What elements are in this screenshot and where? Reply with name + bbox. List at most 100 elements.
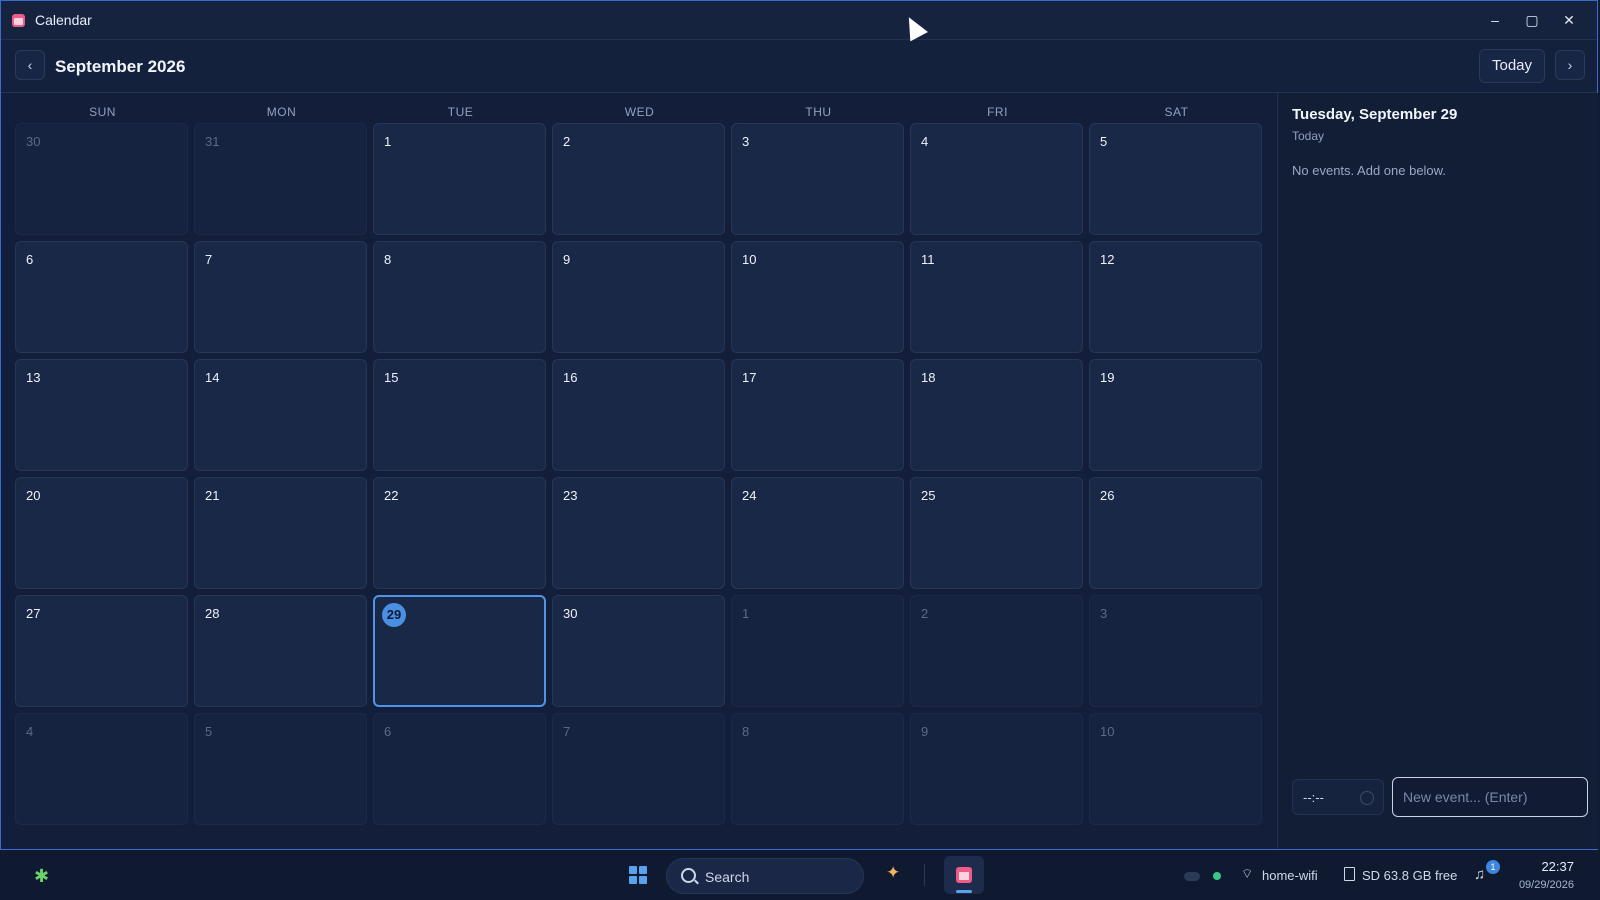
day-cell[interactable]: 22 [373, 477, 546, 589]
day-number: 1 [384, 134, 392, 149]
taskbar-divider [924, 864, 925, 886]
window-title: Calendar [35, 12, 92, 28]
day-cell[interactable]: 4 [910, 123, 1083, 235]
search-icon [681, 868, 696, 883]
day-cell[interactable]: 21 [194, 477, 367, 589]
day-number: 22 [384, 488, 399, 503]
day-cell[interactable]: 11 [910, 241, 1083, 353]
day-cell[interactable]: 18 [910, 359, 1083, 471]
maximize-button[interactable]: ▢ [1514, 7, 1550, 33]
day-cell[interactable]: 2 [910, 595, 1083, 707]
event-time-input[interactable]: --:-- [1292, 779, 1384, 815]
wifi-icon[interactable]: ⌔ [1241, 866, 1253, 882]
day-cell[interactable]: 20 [15, 477, 188, 589]
day-cell[interactable]: 30 [552, 595, 725, 707]
today-button[interactable]: Today [1479, 49, 1545, 83]
day-number: 9 [563, 252, 571, 267]
day-cell[interactable]: 4 [15, 713, 188, 825]
sparkle-icon[interactable]: ✦ [886, 863, 900, 883]
puzzle-icon[interactable]: ✱ [34, 866, 49, 887]
day-number: 2 [563, 134, 571, 149]
day-number: 14 [205, 370, 220, 385]
day-number: 25 [921, 488, 936, 503]
day-number: 23 [563, 488, 578, 503]
day-cell[interactable]: 17 [731, 359, 904, 471]
minimize-button[interactable]: – [1477, 7, 1513, 33]
day-number: 7 [563, 724, 571, 739]
day-cell-today[interactable]: 29 [373, 595, 546, 707]
clock-date[interactable]: 09/29/2026 [1500, 879, 1574, 891]
day-cell[interactable]: 1 [731, 595, 904, 707]
calendar-icon [12, 14, 25, 27]
taskbar-calendar-app[interactable] [944, 856, 984, 894]
clock-time[interactable]: 22:37 [1510, 859, 1574, 874]
day-cell[interactable]: 31 [194, 123, 367, 235]
day-number: 6 [26, 252, 34, 267]
day-number: 30 [563, 606, 578, 621]
weekday-header: FRI [987, 105, 1008, 119]
month-grid: SUN MON TUE WED THU FRI SAT 30 31 1 2 3 4 5 6 7 8 9 10 11 12… [1, 93, 1277, 849]
day-cell[interactable]: 10 [1089, 713, 1262, 825]
new-event-input[interactable] [1392, 777, 1588, 817]
calendar-toolbar: ‹ September 2026 Today › [1, 40, 1597, 93]
calendar-window: Calendar – ▢ ✕ ‹ September 2026 Today › … [0, 0, 1599, 850]
day-number: 11 [921, 252, 935, 267]
clock-icon[interactable] [1360, 791, 1374, 805]
day-number: 31 [205, 134, 220, 149]
day-number: 10 [742, 252, 757, 267]
day-cell[interactable]: 24 [731, 477, 904, 589]
day-number: 7 [205, 252, 213, 267]
day-cell[interactable]: 8 [731, 713, 904, 825]
day-cell[interactable]: 6 [373, 713, 546, 825]
day-cell[interactable]: 16 [552, 359, 725, 471]
day-cell[interactable]: 26 [1089, 477, 1262, 589]
day-cell[interactable]: 3 [731, 123, 904, 235]
active-app-indicator [956, 890, 972, 893]
windows-start-icon[interactable] [629, 866, 647, 884]
day-number: 18 [921, 370, 936, 385]
taskbar-search-label: Search [705, 869, 750, 885]
day-cell[interactable]: 10 [731, 241, 904, 353]
day-cell[interactable]: 9 [552, 241, 725, 353]
day-cell[interactable]: 30 [15, 123, 188, 235]
calendar-icon [956, 867, 972, 883]
sd-card-icon [1344, 867, 1355, 881]
day-number: 1 [742, 606, 750, 621]
day-cell[interactable]: 5 [1089, 123, 1262, 235]
day-cell[interactable]: 7 [194, 241, 367, 353]
day-cell[interactable]: 2 [552, 123, 725, 235]
day-cell[interactable]: 23 [552, 477, 725, 589]
storage-label[interactable]: SD 63.8 GB free [1362, 868, 1457, 883]
title-bar[interactable]: Calendar – ▢ ✕ [1, 1, 1597, 40]
next-month-button[interactable]: › [1555, 50, 1585, 80]
day-number: 3 [742, 134, 750, 149]
day-cell[interactable]: 13 [15, 359, 188, 471]
day-cell[interactable]: 27 [15, 595, 188, 707]
previous-month-button[interactable]: ‹ [15, 50, 45, 80]
day-cell[interactable]: 3 [1089, 595, 1262, 707]
day-cell[interactable]: 12 [1089, 241, 1262, 353]
day-cell[interactable]: 25 [910, 477, 1083, 589]
day-cell[interactable]: 19 [1089, 359, 1262, 471]
day-cell[interactable]: 7 [552, 713, 725, 825]
day-number: 15 [384, 370, 399, 385]
day-number: 6 [384, 724, 392, 739]
close-button[interactable]: ✕ [1551, 7, 1587, 33]
day-cell[interactable]: 9 [910, 713, 1083, 825]
day-cell[interactable]: 14 [194, 359, 367, 471]
day-cell[interactable]: 5 [194, 713, 367, 825]
month-title: September 2026 [55, 57, 186, 76]
wifi-label[interactable]: home-wifi [1262, 868, 1318, 883]
event-time-value: --:-- [1303, 790, 1324, 805]
day-cell[interactable]: 15 [373, 359, 546, 471]
day-number: 2 [921, 606, 929, 621]
day-cell[interactable]: 28 [194, 595, 367, 707]
day-cell[interactable]: 8 [373, 241, 546, 353]
taskbar-search[interactable]: Search [666, 858, 864, 894]
toggle-icon[interactable] [1184, 872, 1200, 881]
day-number: 26 [1100, 488, 1115, 503]
day-cell[interactable]: 1 [373, 123, 546, 235]
bell-icon[interactable]: ♫ [1474, 866, 1485, 883]
day-number: 21 [205, 488, 220, 503]
day-cell[interactable]: 6 [15, 241, 188, 353]
